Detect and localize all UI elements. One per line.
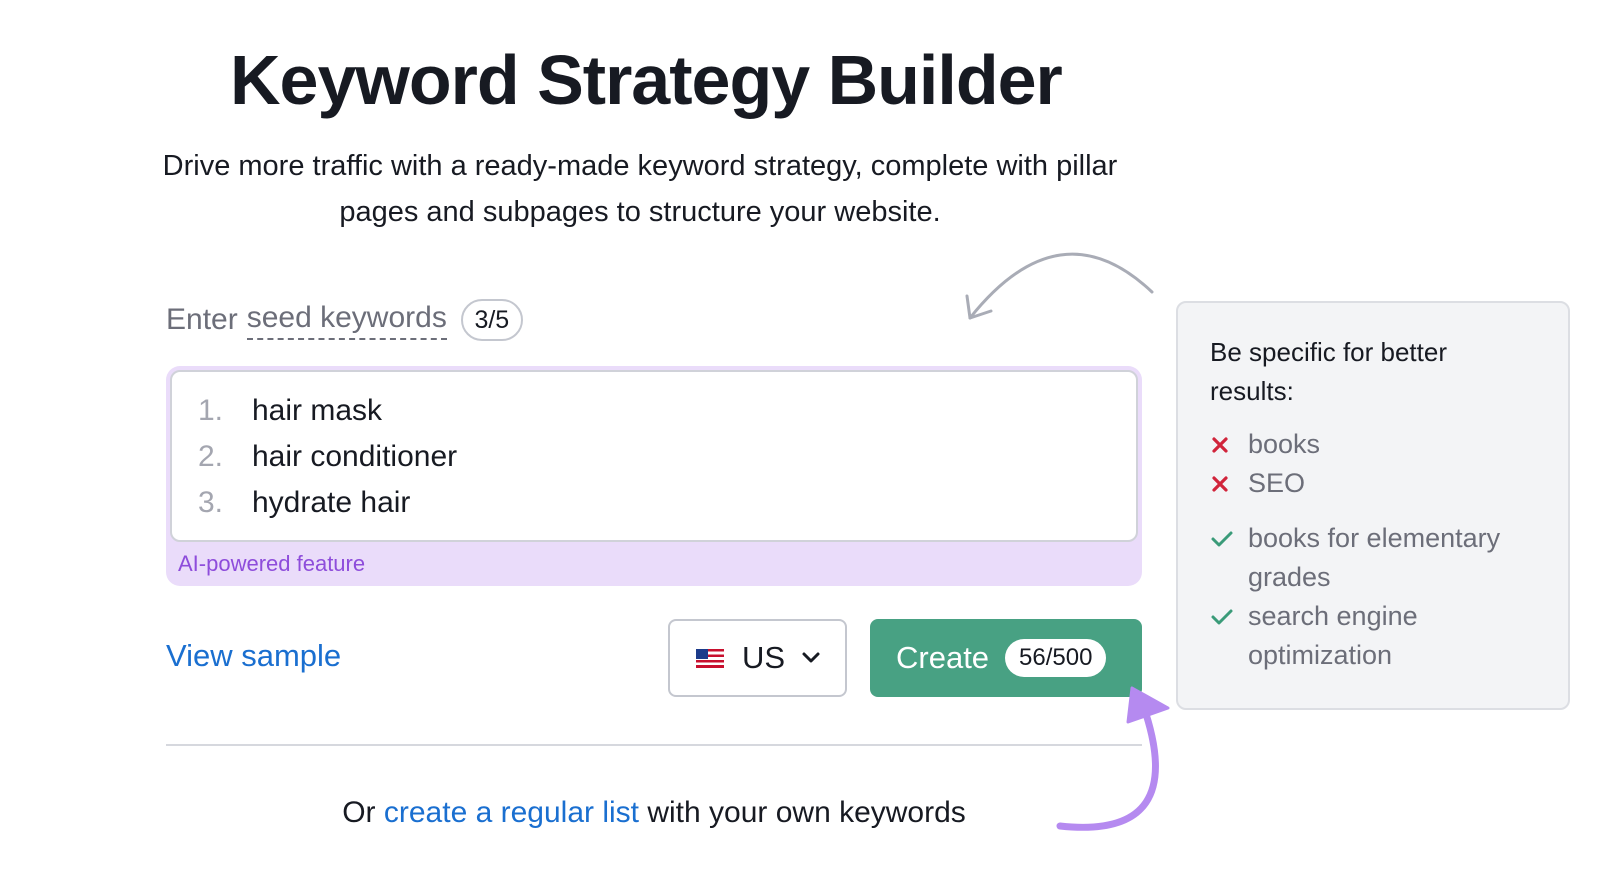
tips-title: Be specific for better results: bbox=[1210, 337, 1447, 406]
page-title: Keyword Strategy Builder bbox=[230, 41, 1063, 119]
keyword-text[interactable]: hydrate hair bbox=[252, 486, 410, 520]
gray-curved-arrow-icon bbox=[965, 252, 1154, 320]
create-button[interactable]: Create 56/500 bbox=[870, 619, 1142, 697]
bad-example-text: SEO bbox=[1248, 468, 1306, 498]
keyword-line-number: 3. bbox=[198, 486, 224, 519]
good-example-item: books for elementary grades bbox=[1210, 519, 1548, 597]
keyword-count-badge: 3/5 bbox=[460, 299, 523, 341]
chevron-down-icon bbox=[802, 652, 820, 663]
ai-powered-label: AI-powered feature bbox=[178, 551, 366, 576]
page-subtitle: Drive more traffic with a ready-made key… bbox=[162, 150, 1118, 228]
good-example-text: search engine optimization bbox=[1248, 601, 1418, 670]
bad-example-item: SEO bbox=[1210, 464, 1548, 503]
keyword-line: 3. hydrate hair bbox=[198, 480, 410, 526]
divider bbox=[166, 744, 1142, 746]
ai-feature-container: 1. hair mask 2. hair conditioner 3. hydr… bbox=[166, 366, 1142, 586]
bad-example-item: books bbox=[1210, 425, 1548, 464]
create-regular-list-link[interactable]: create a regular list bbox=[384, 796, 639, 829]
seed-keywords-input[interactable]: 1. hair mask 2. hair conditioner 3. hydr… bbox=[170, 370, 1138, 542]
country-value: US bbox=[742, 640, 786, 675]
seed-keywords-tooltip-trigger[interactable]: seed keywords bbox=[246, 301, 447, 340]
cross-icon bbox=[1210, 464, 1248, 503]
good-example-item: search engine optimization bbox=[1210, 597, 1548, 675]
seed-label-prefix: Enter bbox=[166, 303, 238, 336]
cross-icon bbox=[1210, 425, 1248, 464]
regular-list-prefix: Or bbox=[342, 796, 384, 829]
check-icon bbox=[1210, 519, 1248, 558]
check-icon bbox=[1210, 597, 1248, 636]
country-select[interactable]: US bbox=[668, 619, 847, 697]
regular-list-suffix: with your own keywords bbox=[639, 796, 966, 829]
bad-example-text: books bbox=[1248, 429, 1321, 459]
us-flag-icon bbox=[696, 648, 724, 668]
keyword-text[interactable]: hair mask bbox=[252, 394, 382, 428]
keyword-text[interactable]: hair conditioner bbox=[252, 440, 457, 474]
keyword-line-number: 2. bbox=[198, 440, 224, 473]
keyword-line: 2. hair conditioner bbox=[198, 434, 457, 480]
create-button-label: Create bbox=[896, 640, 990, 675]
tips-card: Be specific for better results: books SE… bbox=[1176, 301, 1570, 710]
create-limit-badge: 56/500 bbox=[1005, 639, 1107, 677]
seed-keywords-label: Enter seed keywords 3/5 bbox=[166, 298, 523, 342]
view-sample-link[interactable]: View sample bbox=[166, 638, 341, 674]
regular-list-prompt: Or create a regular list with your own k… bbox=[166, 796, 1142, 830]
keyword-line-number: 1. bbox=[198, 394, 224, 427]
keyword-line: 1. hair mask bbox=[198, 388, 382, 434]
good-example-text: books for elementary grades bbox=[1248, 523, 1501, 592]
